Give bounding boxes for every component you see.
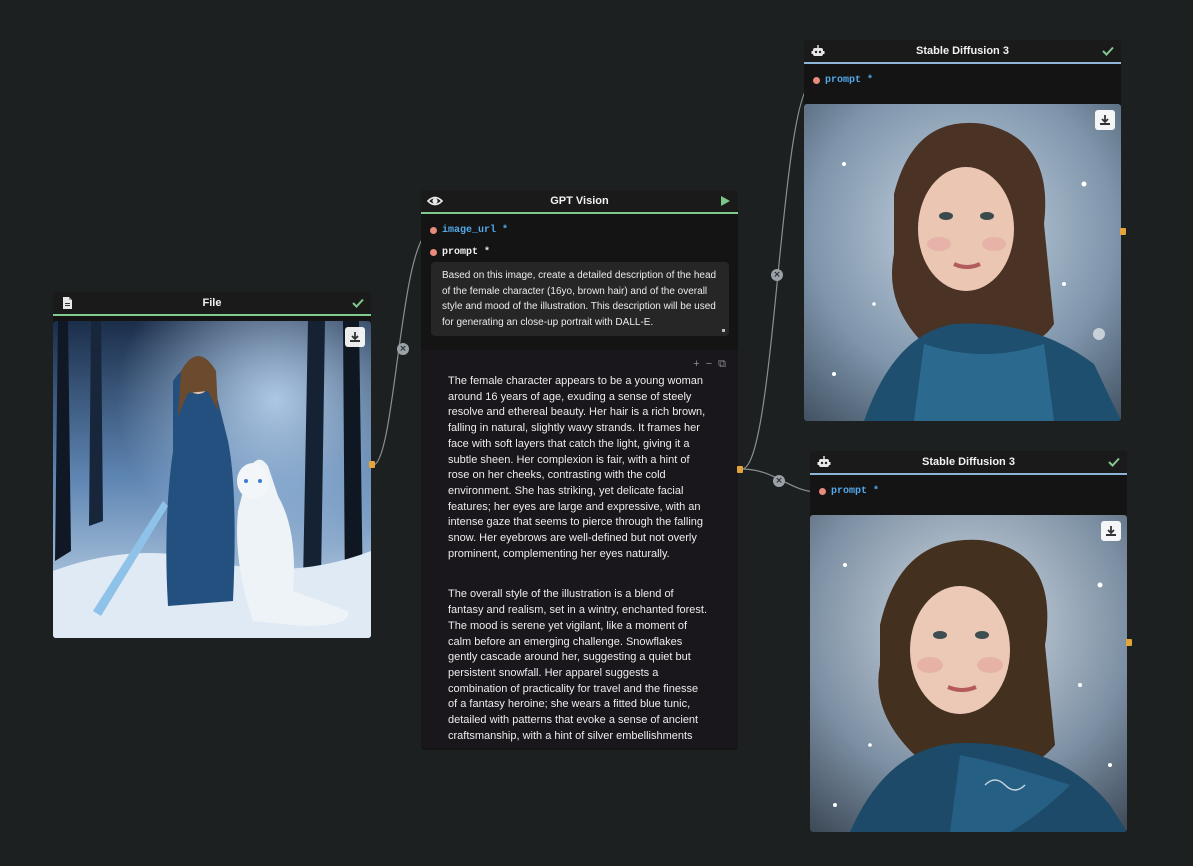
robot-icon [811,45,825,56]
sd-node-header[interactable]: Stable Diffusion 3 [804,40,1121,64]
file-image[interactable] [53,321,371,638]
file-icon [63,297,72,309]
download-button[interactable] [1095,110,1115,130]
input-label: prompt [825,74,862,86]
copy-button[interactable]: ⧉ [718,358,726,371]
download-button[interactable] [345,327,365,347]
download-icon [1100,115,1110,125]
input-port-dot[interactable] [430,248,437,256]
generated-image[interactable] [804,104,1121,421]
output-port[interactable] [1120,228,1126,235]
input-port-dot[interactable] [819,487,826,495]
output-text: The female character appears to be a you… [448,374,710,748]
node-title: File [202,297,222,309]
file-node-header[interactable]: File [53,292,371,316]
sd-node-header[interactable]: Stable Diffusion 3 [810,451,1127,475]
wire-remove-button[interactable]: × [397,343,409,355]
node-title: Stable Diffusion 3 [916,45,1009,57]
eye-icon [427,196,443,206]
file-node[interactable]: File [53,292,375,638]
download-button[interactable] [1101,521,1121,541]
check-icon [1108,457,1120,467]
download-icon [350,332,360,342]
wire-remove-button[interactable]: × [771,269,783,281]
play-icon[interactable] [718,194,732,208]
output-panel: + − ⧉ The female character appears to be… [421,350,738,748]
output-port[interactable] [369,461,375,468]
input-label: prompt [442,246,479,258]
resize-handle[interactable] [722,329,725,332]
required-marker: * [873,485,880,497]
required-marker: * [502,224,509,236]
input-port-prompt[interactable]: prompt * [421,242,738,262]
node-title: GPT Vision [550,195,609,207]
stable-diffusion-node[interactable]: Stable Diffusion 3 prompt * [810,451,1132,832]
gpt-vision-node[interactable]: GPT Vision image_url * prompt * Based on… [421,190,743,750]
output-paragraph: The female character appears to be a you… [448,375,706,560]
stable-diffusion-node[interactable]: Stable Diffusion 3 prompt * [804,40,1126,421]
output-port[interactable] [737,466,743,473]
output-port[interactable] [1126,639,1132,646]
check-icon [1102,46,1114,56]
input-label: prompt [831,485,868,497]
check-icon [352,298,364,308]
robot-icon [817,456,831,467]
zoom-out-button[interactable]: − [706,358,712,371]
generated-image[interactable] [810,515,1127,832]
output-paragraph: The overall style of the illustration is… [448,588,708,742]
input-label: image_url [442,224,497,236]
download-icon [1106,526,1116,536]
gpt-node-header[interactable]: GPT Vision [421,190,738,214]
prompt-textarea[interactable]: Based on this image, create a detailed d… [431,262,729,336]
prompt-text: Based on this image, create a detailed d… [442,270,717,328]
input-port-dot[interactable] [813,76,820,84]
input-port-image-url[interactable]: image_url * [421,220,738,240]
input-port-prompt[interactable]: prompt * [804,70,1121,90]
input-port-dot[interactable] [430,226,437,234]
input-port-prompt[interactable]: prompt * [810,481,1127,501]
zoom-in-button[interactable]: + [693,358,699,371]
node-title: Stable Diffusion 3 [922,456,1015,468]
required-marker: * [867,74,874,86]
required-marker: * [484,246,491,258]
wire-remove-button[interactable]: × [773,475,785,487]
